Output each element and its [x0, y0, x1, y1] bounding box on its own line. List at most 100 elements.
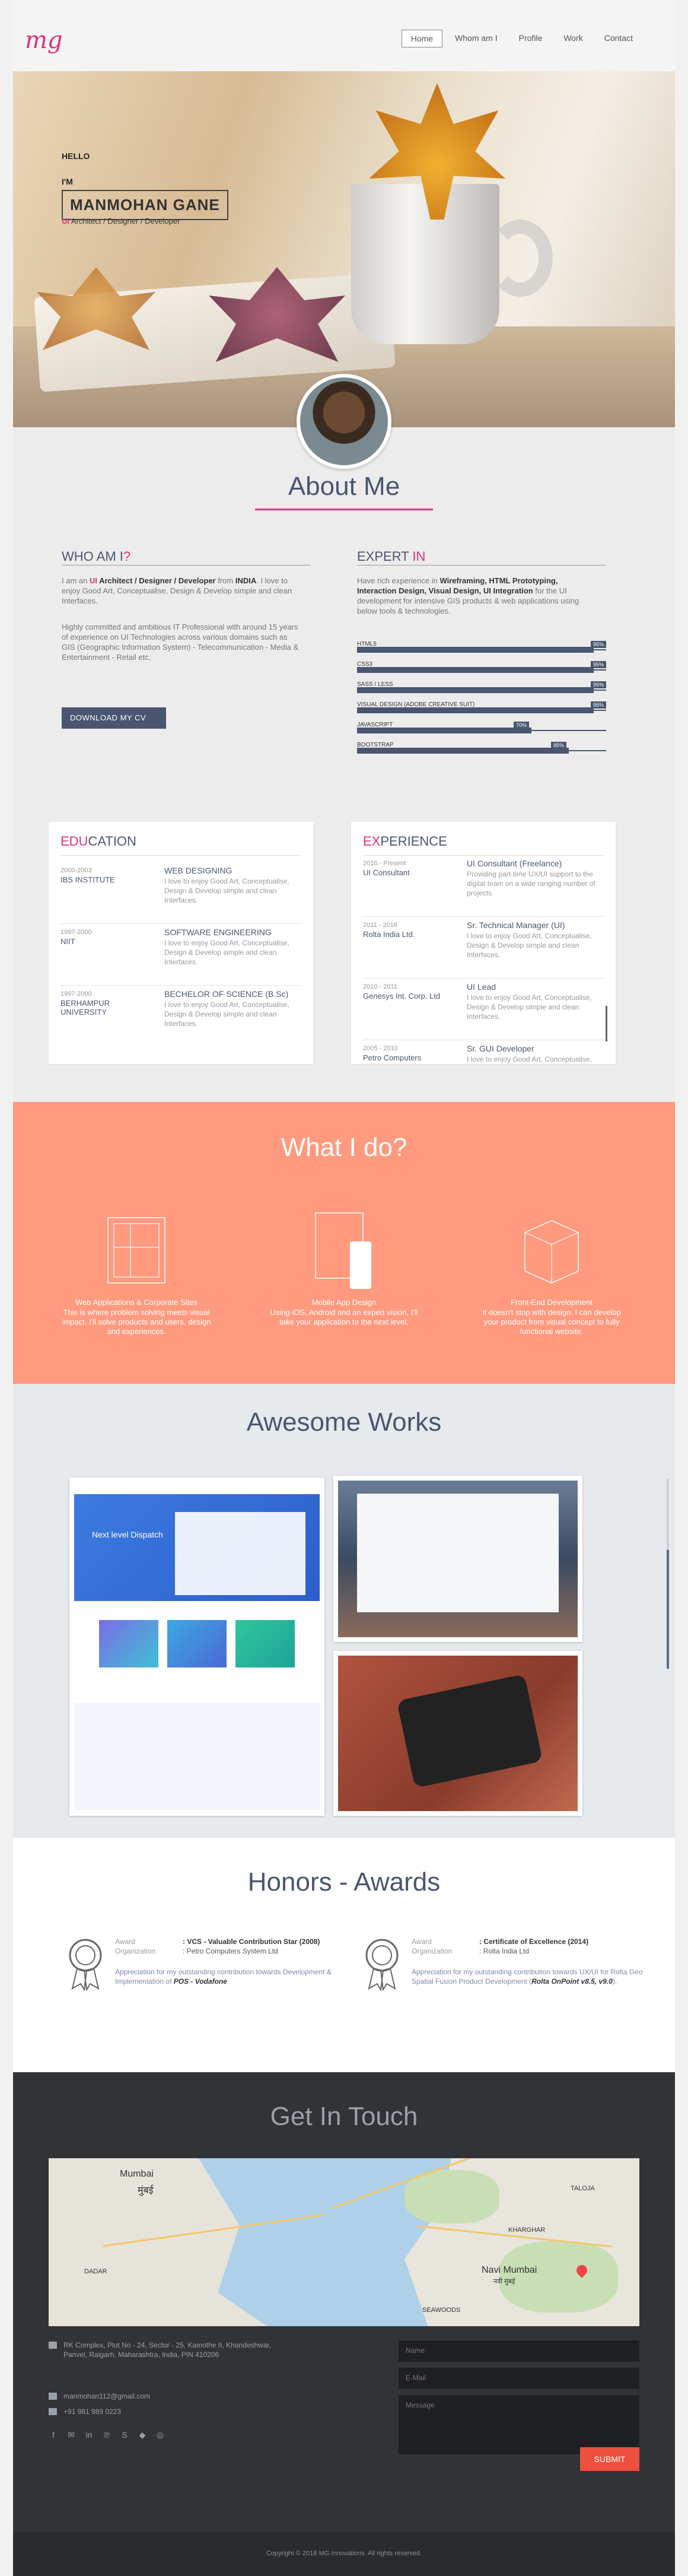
who-p1-ui: UI: [89, 576, 97, 585]
nav-profile[interactable]: Profile: [510, 30, 552, 47]
service-title: Front-End Development: [510, 1298, 593, 1307]
work-thumbnail-mobile[interactable]: [333, 1651, 582, 1816]
experience-entry: 2010 - 2011 Genesys Int. Corp. Ltd UI Lead…: [363, 981, 604, 1040]
award-value: : Petro Computers System Ltd: [183, 1947, 278, 1955]
front-end-cube-icon: [524, 1220, 579, 1284]
hero-role: UI Architect / Designer / Developer: [62, 217, 180, 225]
skill-bar: BOOTSTRAP 85%: [357, 742, 606, 760]
expert-heading-main: EXPERT: [357, 549, 413, 564]
skill-percent: 95%: [590, 661, 606, 668]
work-thumb-features: [74, 1703, 320, 1810]
work-thumb-hero: Next level Dispatch: [74, 1494, 320, 1601]
skill-bar: JAVASCRIPT 70%: [357, 722, 606, 739]
page: mg Home Whom am I Profile Work Contact H…: [13, 0, 675, 2576]
award-value: : Rolta India Ltd: [479, 1947, 530, 1955]
experience-entry: 2005 - 2010 Petro Computers Sr. GUI Develo…: [363, 1043, 604, 1064]
nav-contact[interactable]: Contact: [595, 30, 642, 47]
education-entry: 2000-2003 IBS INSTITUTE WEB DESIGNING I lov…: [60, 865, 301, 924]
entry-years: 2005 - 2010: [363, 1045, 398, 1052]
entry-years: 2010 - 2011: [363, 983, 397, 990]
works-scrollbar[interactable]: [667, 1479, 669, 1669]
who-rule: [62, 565, 311, 566]
entry-title: BECHELOR OF SCIENCE (B.Sc): [164, 989, 289, 999]
work-thumbnail-dispatch[interactable]: Next level Dispatch: [69, 1478, 324, 1816]
map-land: [49, 2158, 267, 2326]
work-thumb-card: [167, 1620, 227, 1667]
download-cv-button[interactable]: DOWNLOAD MY CV: [62, 707, 166, 729]
who-p1-pre: I am an: [62, 576, 90, 585]
contact-phone[interactable]: +91 981 989 0223: [63, 2407, 121, 2416]
who-heading-accent: ?: [123, 549, 131, 564]
work-thumbnail-dashboard[interactable]: [333, 1476, 582, 1642]
facebook-icon[interactable]: f: [49, 2430, 58, 2440]
honors-section: Honors - Awards Award: VCS - Valuable Co…: [13, 1838, 675, 2072]
contact-email[interactable]: manmohan112@gmail.com: [63, 2391, 150, 2401]
message-textarea[interactable]: Message: [399, 2395, 639, 2454]
education-card: EDUCATION 2000-2003 IBS INSTITUTE WEB DESI…: [49, 822, 313, 1064]
linkedin-icon[interactable]: in: [84, 2430, 94, 2440]
map-label: KHARGHAR: [508, 2226, 546, 2234]
work-thumb-app-window: [357, 1494, 559, 1612]
experience-entry: 2016 - Present UI Consultant UI Consultant…: [363, 857, 604, 917]
who-am-i-heading: WHO AM I?: [62, 549, 130, 564]
entry-years: 1997-2000: [60, 990, 92, 998]
works-scroll-thumb[interactable]: [667, 1550, 669, 1669]
medal-icon: [365, 1939, 399, 1991]
messenger-icon[interactable]: ✉: [66, 2430, 76, 2440]
entry-desc: Providing part-time UX/UI support to the…: [467, 870, 595, 897]
work-thumb-card: [235, 1620, 295, 1667]
skill-bar: VISUAL DESIGN (ADOBE CREATIVE SUIT) 95%: [357, 701, 606, 719]
skill-percent: 95%: [590, 681, 606, 688]
avatar: [297, 374, 391, 469]
entry-desc: I love to enjoy Good Art, Conceptualise,…: [164, 939, 289, 966]
social-links: f ✉ in ℗ S ◆ ◎: [49, 2430, 165, 2440]
entry-org: Rolta India Ltd.: [363, 930, 415, 939]
hero-role-rest: Architect / Designer / Developer: [69, 217, 180, 225]
skill-percent: 95%: [590, 701, 606, 709]
award-key: Organization: [115, 1947, 156, 1955]
location-map[interactable]: Mumbai मुंबई Navi Mumbai नवी मुंबई TALOJ…: [49, 2158, 639, 2326]
hero-hello: HELLO: [62, 151, 90, 161]
nav-work[interactable]: Work: [555, 30, 591, 47]
entry-desc: I love to enjoy Good Art, Conceptualise,…: [467, 993, 592, 1021]
map-label: TALOJA: [571, 2185, 595, 2192]
map-label: मुंबई: [138, 2186, 154, 2196]
entry-desc: I love to enjoy Good Art, Conceptualise,…: [164, 877, 289, 904]
award-note: Appreciation for my outstanding contribu…: [412, 1967, 649, 1986]
skype-icon[interactable]: S: [120, 2430, 129, 2440]
experience-scrollbar[interactable]: [606, 1006, 607, 1041]
entry-title: Sr. GUI Developer: [467, 1044, 534, 1053]
expert-in-heading: EXPERT IN: [357, 549, 425, 564]
submit-button[interactable]: SUBMIT: [580, 2447, 639, 2471]
experience-card[interactable]: EXPERIENCE 2016 - Present UI Consultant UI…: [351, 822, 616, 1064]
skill-bar: SASS / LESS 95%: [357, 681, 606, 699]
email-input[interactable]: E-Mail: [399, 2368, 639, 2389]
map-label: SEAWOODS: [422, 2307, 461, 2314]
nav-home[interactable]: Home: [401, 30, 443, 47]
entry-org: IBS INSTITUTE: [60, 875, 115, 884]
service-front-end: Front-End Development It doesn't stop wi…: [457, 1206, 646, 1360]
nav-whom-am-i[interactable]: Whom am I: [446, 30, 507, 47]
service-desc: Using iOS, Android and an expert vision,…: [270, 1308, 418, 1326]
map-label: नवी मुंबई: [493, 2278, 515, 2285]
pinterest-icon[interactable]: ℗: [102, 2430, 112, 2440]
award-value: : VCS - Valuable Contribution Star (2008…: [183, 1937, 320, 1946]
what-i-do-title: What I do?: [281, 1133, 407, 1162]
logo[interactable]: mg: [25, 27, 63, 54]
dropbox-icon[interactable]: ◆: [138, 2430, 147, 2440]
hero-im: I'M: [62, 177, 73, 186]
expert-p-pre: Have rich experience in: [357, 576, 440, 585]
education-heading: EDUCATION: [60, 834, 136, 849]
award-note: Appreciation for my outstanding contribu…: [115, 1967, 352, 1986]
entry-org: Genesys Int. Corp. Ltd: [363, 992, 441, 1000]
map-label: DADAR: [84, 2268, 107, 2275]
skill-fill: [357, 647, 594, 653]
name-input[interactable]: Name: [399, 2340, 639, 2362]
award-item: Award: VCS - Valuable Contribution Star …: [66, 1937, 339, 2003]
works-title: Awesome Works: [246, 1408, 442, 1437]
mail-icon: [49, 2393, 57, 2400]
entry-org: Petro Computers: [363, 1053, 422, 1062]
instagram-icon[interactable]: ◎: [155, 2430, 165, 2440]
skill-fill: [357, 728, 531, 733]
skill-fill: [357, 707, 594, 713]
